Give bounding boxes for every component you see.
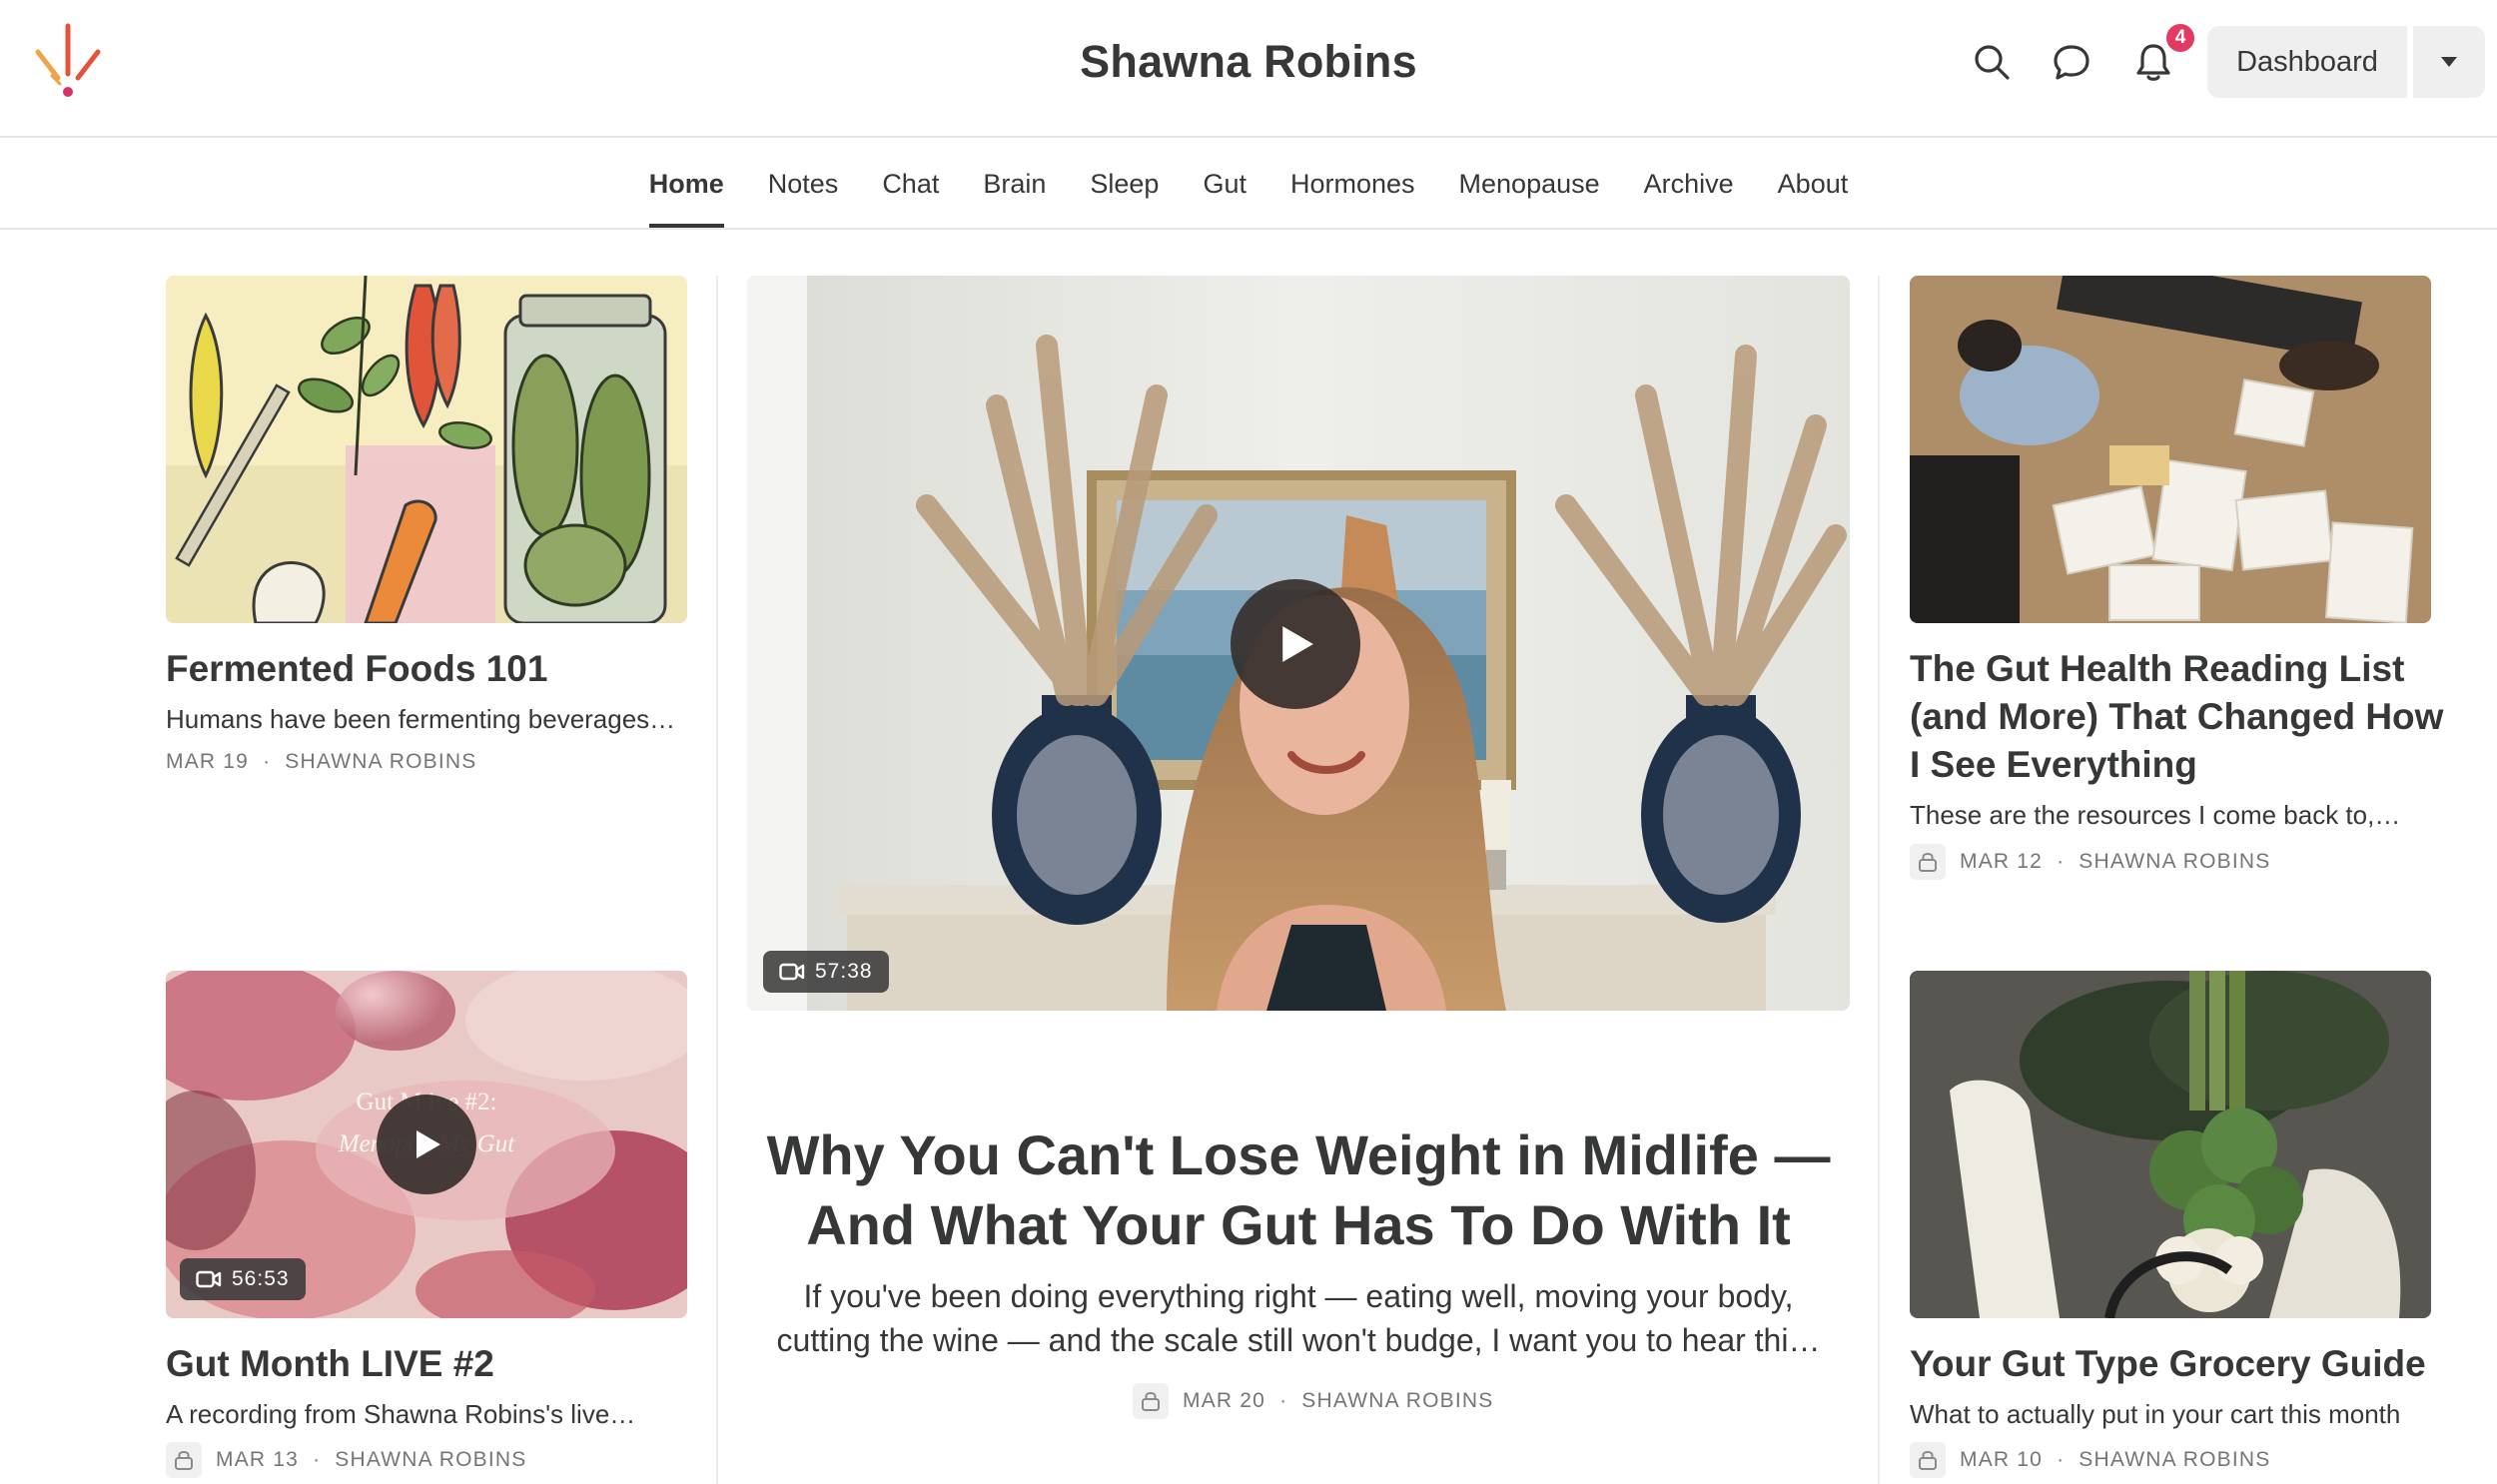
search-icon[interactable] bbox=[1966, 36, 2018, 88]
meta-separator: · bbox=[2057, 1448, 2066, 1471]
nav-item-menopause[interactable]: Menopause bbox=[1437, 140, 1622, 228]
post-author[interactable]: SHAWNA ROBINS bbox=[2079, 1448, 2270, 1472]
post-date: MAR 10 bbox=[1960, 1448, 2044, 1471]
duration-text: 57:38 bbox=[815, 960, 873, 983]
lock-icon bbox=[1910, 844, 1946, 880]
post-thumbnail[interactable] bbox=[1910, 971, 2431, 1318]
lock-icon bbox=[1133, 1383, 1169, 1419]
dashboard-button[interactable]: Dashboard bbox=[2207, 26, 2407, 98]
video-duration: 56:53 bbox=[180, 1258, 306, 1300]
post-title[interactable]: The Gut Health Reading List (and More) T… bbox=[1910, 645, 2449, 789]
meta-separator: · bbox=[1279, 1389, 1288, 1412]
post-date: MAR 19 bbox=[166, 750, 250, 773]
post-date: MAR 20 bbox=[1183, 1389, 1266, 1412]
chat-bubble-icon[interactable] bbox=[2046, 36, 2097, 88]
featured-post-subtitle: If you've been doing everything right — … bbox=[776, 1278, 1821, 1358]
play-icon bbox=[416, 1130, 440, 1158]
section-nav: Home Notes Chat Brain Sleep Gut Hormones… bbox=[0, 140, 2497, 230]
post-meta: MAR 13 · SHAWNA ROBINS bbox=[166, 1442, 526, 1478]
nav-item-brain[interactable]: Brain bbox=[961, 140, 1068, 228]
lock-icon bbox=[1910, 1442, 1946, 1478]
post-subtitle: These are the resources I come back to,… bbox=[1910, 800, 2401, 830]
column-divider bbox=[1878, 276, 1880, 1484]
nav-item-archive[interactable]: Archive bbox=[1622, 140, 1756, 228]
post-title[interactable]: Your Gut Type Grocery Guide bbox=[1910, 1340, 2426, 1388]
play-icon bbox=[1282, 626, 1313, 662]
video-camera-icon bbox=[196, 1270, 222, 1288]
post-thumbnail[interactable] bbox=[166, 276, 687, 623]
post-thumbnail[interactable] bbox=[1910, 276, 2431, 623]
post-title[interactable]: Gut Month LIVE #2 bbox=[166, 1340, 494, 1388]
reading-floor-photo bbox=[1910, 276, 2431, 623]
post-meta: MAR 12 · SHAWNA ROBINS bbox=[1910, 844, 2270, 880]
post-author[interactable]: SHAWNA ROBINS bbox=[285, 750, 476, 774]
nav-item-home[interactable]: Home bbox=[627, 140, 746, 228]
nav-item-gut[interactable]: Gut bbox=[1181, 140, 1268, 228]
lock-icon bbox=[166, 1442, 202, 1478]
nav-item-hormones[interactable]: Hormones bbox=[1268, 140, 1437, 228]
caret-down-icon[interactable] bbox=[2413, 26, 2485, 98]
column-divider bbox=[716, 276, 718, 1484]
nav-item-about[interactable]: About bbox=[1756, 140, 1871, 228]
play-button[interactable] bbox=[377, 1095, 476, 1194]
meta-separator: · bbox=[263, 750, 272, 773]
grocery-bag-photo bbox=[1910, 971, 2431, 1318]
duration-text: 56:53 bbox=[232, 1267, 290, 1290]
meta-separator: · bbox=[2057, 850, 2066, 873]
nav-item-chat[interactable]: Chat bbox=[860, 140, 961, 228]
notification-badge[interactable]: 4 bbox=[2163, 21, 2197, 55]
site-title[interactable]: Shawna Robins bbox=[0, 36, 2497, 88]
post-author[interactable]: SHAWNA ROBINS bbox=[335, 1448, 526, 1472]
post-thumbnail[interactable]: Gut M ive #2: Menopau My Gut 56:53 bbox=[166, 971, 687, 1318]
meta-separator: · bbox=[313, 1448, 322, 1471]
video-duration: 57:38 bbox=[763, 951, 889, 993]
post-author[interactable]: SHAWNA ROBINS bbox=[1301, 1389, 1493, 1413]
nav-item-sleep[interactable]: Sleep bbox=[1068, 140, 1181, 228]
featured-post-title[interactable]: Why You Can't Lose Weight in Midlife — A… bbox=[759, 1120, 1838, 1260]
post-subtitle: What to actually put in your cart this m… bbox=[1910, 1399, 2401, 1429]
play-button[interactable] bbox=[1231, 579, 1360, 709]
fermented-vegetables-illustration bbox=[166, 276, 687, 623]
post-meta: MAR 19 · SHAWNA ROBINS bbox=[166, 750, 476, 774]
featured-thumbnail[interactable]: 57:38 bbox=[747, 276, 1850, 1011]
post-subtitle: A recording from Shawna Robins's live… bbox=[166, 1399, 636, 1429]
post-meta: MAR 20 · SHAWNA ROBINS bbox=[1133, 1383, 1493, 1419]
video-camera-icon bbox=[779, 963, 805, 981]
post-subtitle: Humans have been fermenting beverages… bbox=[166, 704, 676, 734]
post-author[interactable]: SHAWNA ROBINS bbox=[2079, 850, 2270, 874]
top-bar: Shawna Robins 4 Dashboard bbox=[0, 0, 2497, 138]
post-date: MAR 12 bbox=[1960, 850, 2044, 873]
post-meta: MAR 10 · SHAWNA ROBINS bbox=[1910, 1442, 2270, 1478]
post-date: MAR 13 bbox=[216, 1448, 300, 1471]
nav-item-notes[interactable]: Notes bbox=[746, 140, 861, 228]
post-title[interactable]: Fermented Foods 101 bbox=[166, 645, 547, 693]
